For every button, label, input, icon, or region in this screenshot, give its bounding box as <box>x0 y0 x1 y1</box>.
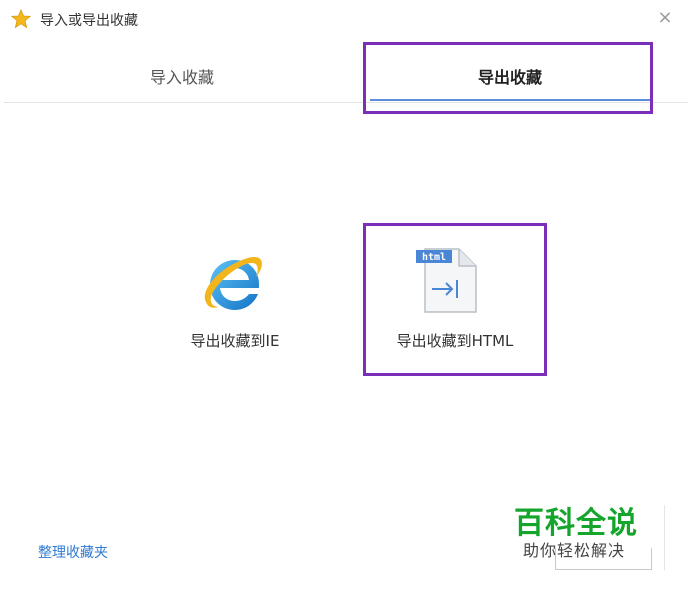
export-to-html-label: 导出收藏到HTML <box>396 332 514 350</box>
active-tab-indicator <box>370 99 652 101</box>
internet-explorer-icon <box>198 250 266 318</box>
window-title: 导入或导出收藏 <box>40 13 138 29</box>
watermark-title: 百科全说 <box>514 506 638 541</box>
watermark-subtitle: 助你轻松解决 <box>523 541 626 560</box>
divider <box>664 505 665 570</box>
tab-import-favorites[interactable]: 导入收藏 <box>4 46 360 102</box>
organize-favorites-link[interactable]: 整理收藏夹 <box>38 542 108 562</box>
star-icon <box>10 8 32 29</box>
title-bar: 导入或导出收藏 × <box>0 0 691 38</box>
tab-divider <box>4 102 688 103</box>
close-button[interactable]: × <box>654 7 676 29</box>
html-badge-text: html <box>422 252 446 263</box>
tab-export-favorites[interactable]: 导出收藏 <box>366 46 654 102</box>
export-to-ie-label: 导出收藏到IE <box>190 332 280 350</box>
export-to-ie-option[interactable]: 导出收藏到IE <box>170 240 300 360</box>
html-file-export-icon: html <box>416 246 482 316</box>
export-to-html-option[interactable]: html 导出收藏到HTML <box>368 228 542 372</box>
